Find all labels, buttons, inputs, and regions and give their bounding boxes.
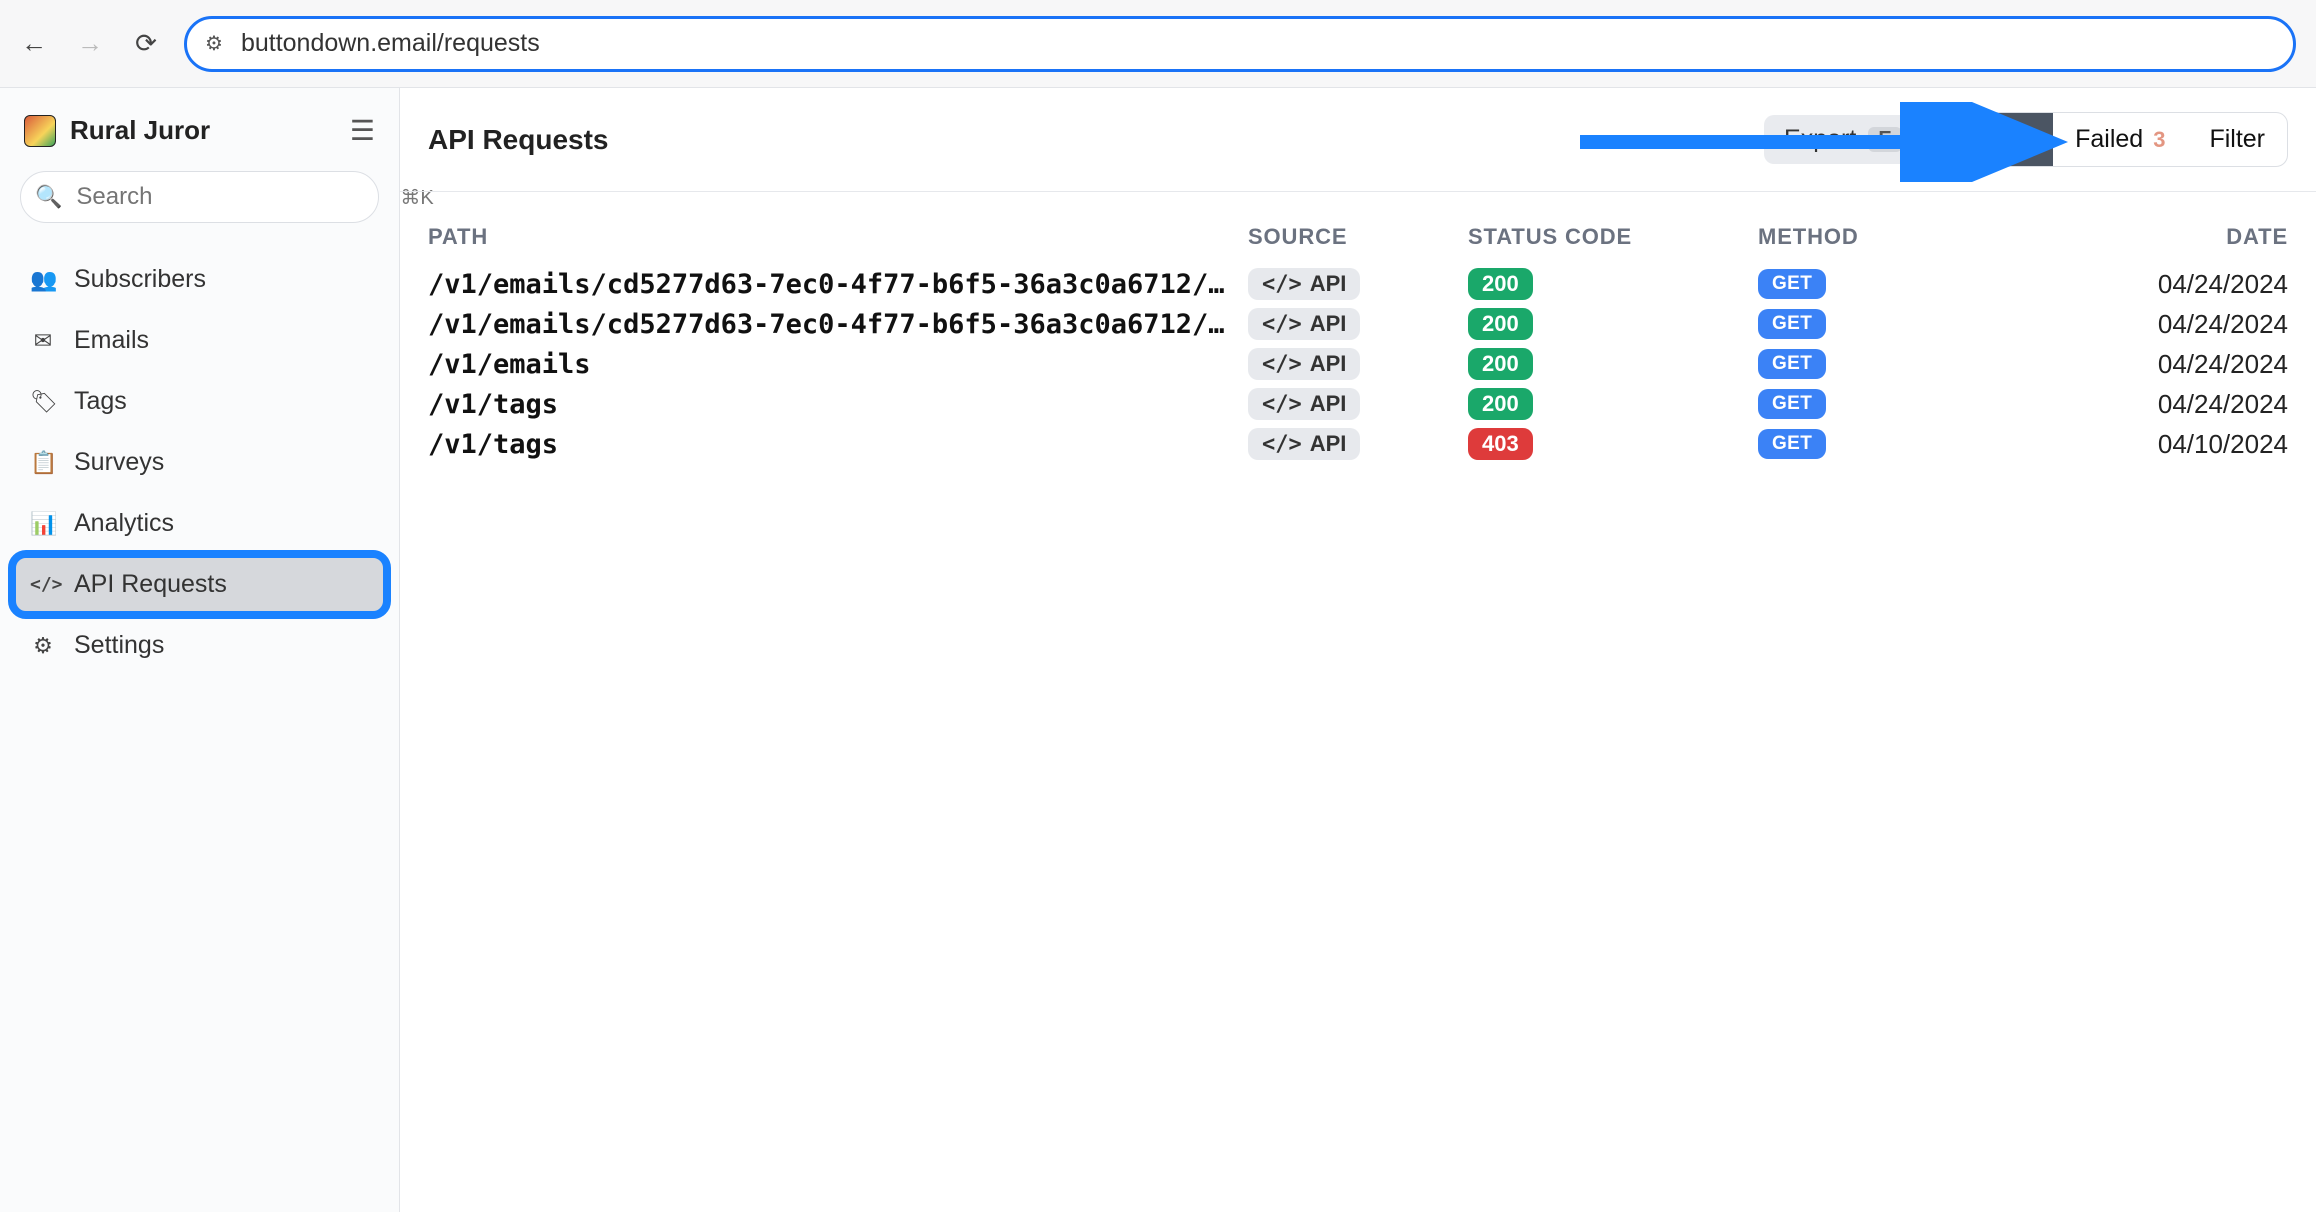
sidebar-item-label: API Requests	[74, 570, 227, 599]
export-button[interactable]: Export E	[1764, 115, 1922, 164]
code-icon: </>	[1262, 392, 1302, 417]
request-method: GET	[1758, 429, 1998, 459]
url-text: buttondown.email/requests	[241, 29, 540, 58]
tag-icon: 🏷	[30, 389, 56, 415]
workspace-name: Rural Juror	[70, 115, 336, 146]
request-status: 200	[1468, 268, 1748, 300]
chart-icon: 📊	[30, 511, 56, 537]
request-date: 04/24/2024	[2008, 269, 2288, 300]
users-icon: 👥	[30, 267, 56, 293]
col-source: SOURCE	[1248, 224, 1458, 250]
request-path: /v1/emails/cd5277d63-7ec0-4f77-b6f5-36a3…	[428, 269, 1238, 300]
search-input[interactable]: 🔍 ⌘K	[20, 171, 379, 223]
export-shortcut: E	[1868, 127, 1901, 152]
menu-icon[interactable]: ☰	[350, 114, 375, 147]
envelope-icon: ✉	[30, 328, 56, 354]
search-icon: 🔍	[35, 184, 62, 210]
request-source: </>API	[1248, 268, 1458, 300]
request-path: /v1/tags	[428, 389, 1238, 420]
gear-icon: ⚙	[30, 633, 56, 659]
code-icon: </>	[1262, 352, 1302, 377]
status-filter-segmented: All 45 Failed 3 Filter	[1942, 112, 2288, 167]
request-source: </>API	[1248, 308, 1458, 340]
page-header: API Requests Export E All 45 Failed 3	[400, 88, 2316, 192]
main-content: API Requests Export E All 45 Failed 3	[400, 88, 2316, 1212]
reload-button[interactable]: ⟳	[132, 30, 160, 58]
back-button[interactable]: ←	[20, 30, 48, 58]
requests-table: PATH SOURCE STATUS CODE METHOD DATE /v1/…	[400, 192, 2316, 482]
sidebar-item-label: Surveys	[74, 448, 164, 477]
segment-all-label: All	[1965, 125, 1997, 154]
sidebar-item-tags[interactable]: 🏷 Tags	[12, 371, 387, 432]
search-field[interactable]	[76, 183, 386, 211]
request-date: 04/24/2024	[2008, 389, 2288, 420]
request-source: </>API	[1248, 428, 1458, 460]
col-status: STATUS CODE	[1468, 224, 1748, 250]
browser-toolbar: ← → ⟳ ⚙ buttondown.email/requests	[0, 0, 2316, 88]
request-path: /v1/emails/cd5277d63-7ec0-4f77-b6f5-36a3…	[428, 309, 1238, 340]
segment-failed-label: Failed	[2075, 125, 2143, 154]
segment-all[interactable]: All 45	[1943, 113, 2053, 166]
request-date: 04/24/2024	[2008, 349, 2288, 380]
request-method: GET	[1758, 309, 1998, 339]
request-date: 04/10/2024	[2008, 429, 2288, 460]
sidebar-item-api-requests[interactable]: </> API Requests	[12, 554, 387, 615]
page-title: API Requests	[428, 124, 1744, 156]
request-method: GET	[1758, 269, 1998, 299]
request-date: 04/24/2024	[2008, 309, 2288, 340]
col-path: PATH	[428, 224, 1238, 250]
table-row[interactable]: /v1/tags </>API 200 GET 04/24/2024	[428, 384, 2288, 424]
sidebar-item-surveys[interactable]: 📋 Surveys	[12, 432, 387, 493]
sidebar-item-label: Tags	[74, 387, 127, 416]
table-row[interactable]: /v1/tags </>API 403 GET 04/10/2024	[428, 424, 2288, 464]
request-path: /v1/emails	[428, 349, 1238, 380]
table-row[interactable]: /v1/emails </>API 200 GET 04/24/2024	[428, 344, 2288, 384]
site-settings-icon[interactable]: ⚙	[205, 31, 223, 56]
sidebar-item-emails[interactable]: ✉ Emails	[12, 310, 387, 371]
clipboard-icon: 📋	[30, 450, 56, 476]
request-status: 403	[1468, 428, 1748, 460]
request-status: 200	[1468, 308, 1748, 340]
table-header: PATH SOURCE STATUS CODE METHOD DATE	[428, 210, 2288, 264]
sidebar-item-label: Emails	[74, 326, 149, 355]
sidebar-item-subscribers[interactable]: 👥 Subscribers	[12, 249, 387, 310]
request-path: /v1/tags	[428, 429, 1238, 460]
sidebar-item-analytics[interactable]: 📊 Analytics	[12, 493, 387, 554]
sidebar-item-label: Settings	[74, 631, 164, 660]
code-icon: </>	[1262, 272, 1302, 297]
col-method: METHOD	[1758, 224, 1998, 250]
col-date: DATE	[2008, 224, 2288, 250]
forward-button[interactable]: →	[76, 30, 104, 58]
segment-all-count: 45	[2007, 127, 2031, 153]
filter-label: Filter	[2209, 125, 2265, 154]
segment-failed[interactable]: Failed 3	[2053, 113, 2187, 166]
workspace-avatar	[24, 115, 56, 147]
workspace-switcher[interactable]: Rural Juror ☰	[12, 106, 387, 155]
address-bar[interactable]: ⚙ buttondown.email/requests	[184, 16, 2296, 72]
browser-nav: ← → ⟳	[20, 30, 160, 58]
sidebar: Rural Juror ☰ 🔍 ⌘K 👥 Subscribers ✉ Emails 🏷 T…	[0, 88, 400, 1212]
sidebar-nav: 👥 Subscribers ✉ Emails 🏷 Tags 📋 Surveys 📊 Analyti…	[12, 249, 387, 676]
sidebar-item-label: Subscribers	[74, 265, 206, 294]
export-label: Export	[1784, 125, 1856, 154]
request-status: 200	[1468, 348, 1748, 380]
request-source: </>API	[1248, 388, 1458, 420]
request-method: GET	[1758, 349, 1998, 379]
code-icon: </>	[1262, 312, 1302, 337]
code-icon: </>	[30, 574, 56, 595]
request-status: 200	[1468, 388, 1748, 420]
table-row[interactable]: /v1/emails/cd5277d63-7ec0-4f77-b6f5-36a3…	[428, 304, 2288, 344]
code-icon: </>	[1262, 432, 1302, 457]
filter-button[interactable]: Filter	[2187, 113, 2287, 166]
request-method: GET	[1758, 389, 1998, 419]
table-row[interactable]: /v1/emails/cd5277d63-7ec0-4f77-b6f5-36a3…	[428, 264, 2288, 304]
sidebar-item-settings[interactable]: ⚙ Settings	[12, 615, 387, 676]
segment-failed-count: 3	[2153, 127, 2165, 153]
sidebar-item-label: Analytics	[74, 509, 174, 538]
request-source: </>API	[1248, 348, 1458, 380]
